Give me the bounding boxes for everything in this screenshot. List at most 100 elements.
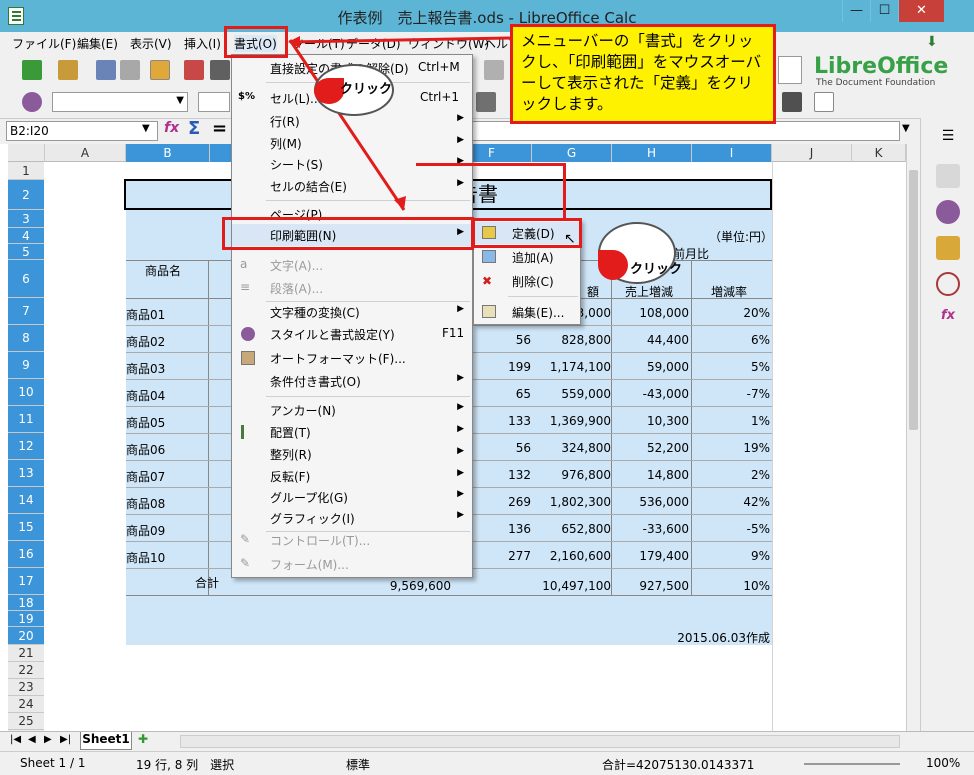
tab-nav-next-icon[interactable]: ▶ [44, 734, 52, 745]
row-header-22[interactable]: 22 [8, 662, 44, 679]
menu-window[interactable]: ウィンドウ(W) [408, 35, 489, 52]
row-header-10[interactable]: 10 [8, 379, 44, 406]
format-icon[interactable] [782, 92, 802, 112]
row-header-16[interactable]: 16 [8, 541, 44, 568]
menu-format[interactable]: 書式(O) [234, 35, 277, 52]
redo-icon[interactable] [484, 60, 504, 80]
vertical-scrollbar[interactable] [906, 144, 920, 732]
menu-arrange[interactable]: 整列(R) ▶ [232, 443, 472, 465]
menu-tools[interactable]: ツール(T) [292, 35, 345, 52]
menu-column[interactable]: 列(M) ▶ [232, 132, 472, 154]
submenu-add[interactable]: 追加(A) [474, 246, 580, 268]
col-header-h[interactable]: H [612, 144, 692, 162]
row-header-2[interactable]: 2 [8, 180, 44, 210]
submenu-edit[interactable]: 編集(E)... [474, 301, 580, 323]
menu-page[interactable]: ページ(P)... [232, 203, 472, 225]
menu-file[interactable]: ファイル(F) [12, 35, 76, 52]
grid-icon[interactable] [814, 92, 834, 112]
row-header-19[interactable]: 19 [8, 611, 44, 627]
row-header-23[interactable]: 23 [8, 679, 44, 696]
menu-view[interactable]: 表示(V) [130, 35, 172, 52]
col-header-g[interactable]: G [532, 144, 612, 162]
email-icon[interactable] [120, 60, 140, 80]
edit-mode-icon[interactable] [150, 60, 170, 80]
col-header-i[interactable]: I [692, 144, 772, 162]
menu-paragraph[interactable]: ≡ 段落(A)... [232, 277, 472, 299]
font-select[interactable] [198, 92, 230, 112]
menu-character[interactable]: a 文字(A)... [232, 254, 472, 276]
styles-sidebar-icon[interactable] [936, 200, 960, 224]
align-icon[interactable] [476, 92, 496, 112]
menu-edit[interactable]: 編集(E) [77, 35, 118, 52]
tab-nav-prev-icon[interactable]: ◀ [28, 734, 36, 745]
style-select[interactable]: ▼ [52, 92, 188, 112]
menu-anchor[interactable]: アンカー(N) ▶ [232, 399, 472, 421]
row-header-20[interactable]: 20 [8, 627, 44, 645]
function-wizard-icon[interactable]: fx [164, 120, 179, 136]
menu-group[interactable]: グループ化(G) ▶ [232, 486, 472, 508]
col-header-b[interactable]: B [126, 144, 210, 162]
menu-insert[interactable]: 挿入(I) [184, 35, 221, 52]
row-header-6[interactable]: 6 [8, 260, 44, 298]
row-header-21[interactable]: 21 [8, 645, 44, 662]
submenu-delete[interactable]: ✖ 削除(C) [474, 270, 580, 292]
menu-control[interactable]: ✎ コントロール(T)... [232, 529, 472, 551]
col-header-a[interactable]: A [45, 144, 126, 162]
sidebar-menu-icon[interactable]: ☰ [936, 128, 960, 152]
namebox-chevron-icon[interactable]: ▼ [142, 123, 150, 134]
styles-icon[interactable] [22, 92, 42, 112]
menu-conditional[interactable]: 条件付き書式(O) ▶ [232, 370, 472, 392]
menu-change-case[interactable]: 文字種の変換(C) ▶ [232, 301, 472, 323]
name-box[interactable]: B2:I20 [6, 121, 158, 141]
row-header-24[interactable]: 24 [8, 696, 44, 713]
print-icon[interactable] [210, 60, 230, 80]
new-icon[interactable] [22, 60, 42, 80]
row-header-11[interactable]: 11 [8, 406, 44, 433]
scroll-thumb[interactable] [909, 170, 918, 430]
open-icon[interactable] [58, 60, 78, 80]
horizontal-scrollbar[interactable] [180, 735, 900, 748]
row-header-8[interactable]: 8 [8, 325, 44, 352]
row-header-17[interactable]: 17 [8, 568, 44, 595]
menu-autoformat[interactable]: オートフォーマット(F)... [232, 347, 472, 369]
row-header-13[interactable]: 13 [8, 460, 44, 487]
corner-cell[interactable] [8, 144, 45, 162]
row-header-25[interactable]: 25 [8, 713, 44, 730]
sum-icon[interactable]: Σ [188, 118, 200, 139]
row-header-4[interactable]: 4 [8, 228, 44, 244]
equals-icon[interactable]: = [212, 118, 227, 139]
zoom-slider[interactable] [804, 763, 900, 765]
row-header-1[interactable]: 1 [8, 162, 44, 180]
tab-nav-last-icon[interactable]: ▶| [60, 734, 71, 745]
properties-icon[interactable] [936, 164, 960, 188]
col-header-j[interactable]: J [772, 144, 852, 162]
row-header-7[interactable]: 7 [8, 298, 44, 325]
menu-data[interactable]: データ(D) [346, 35, 401, 52]
menu-merge-cells[interactable]: セルの結合(E) ▶ [232, 175, 472, 197]
row-header-18[interactable]: 18 [8, 595, 44, 611]
download-icon[interactable]: ⬇ [926, 34, 944, 50]
menu-sheet[interactable]: シート(S) ▶ [232, 153, 472, 175]
save-icon[interactable] [96, 60, 116, 80]
close-button[interactable]: ✕ [898, 0, 944, 22]
minimize-button[interactable]: — [842, 0, 870, 22]
gallery-icon[interactable] [936, 236, 960, 260]
add-sheet-icon[interactable]: ✚ [138, 732, 148, 746]
tab-nav-first-icon[interactable]: |◀ [10, 734, 21, 745]
row-header-15[interactable]: 15 [8, 514, 44, 541]
functions-icon[interactable]: fx [936, 308, 960, 332]
row-header-3[interactable]: 3 [8, 210, 44, 228]
tab-sheet1[interactable]: Sheet1 [80, 732, 132, 750]
navigator-icon[interactable] [936, 272, 960, 296]
menu-styles[interactable]: スタイルと書式設定(Y) F11 [232, 323, 472, 345]
menu-flip[interactable]: 反転(F) ▶ [232, 465, 472, 487]
menu-align[interactable]: 配置(T) ▶ [232, 421, 472, 443]
maximize-button[interactable]: ☐ [870, 0, 898, 22]
export-pdf-icon[interactable] [184, 60, 204, 80]
row-header-14[interactable]: 14 [8, 487, 44, 514]
col-header-k[interactable]: K [852, 144, 906, 162]
row-header-5[interactable]: 5 [8, 244, 44, 260]
expand-formula-icon[interactable]: ▼ [902, 123, 910, 134]
menu-form[interactable]: ✎ フォーム(M)... [232, 553, 472, 575]
row-header-12[interactable]: 12 [8, 433, 44, 460]
